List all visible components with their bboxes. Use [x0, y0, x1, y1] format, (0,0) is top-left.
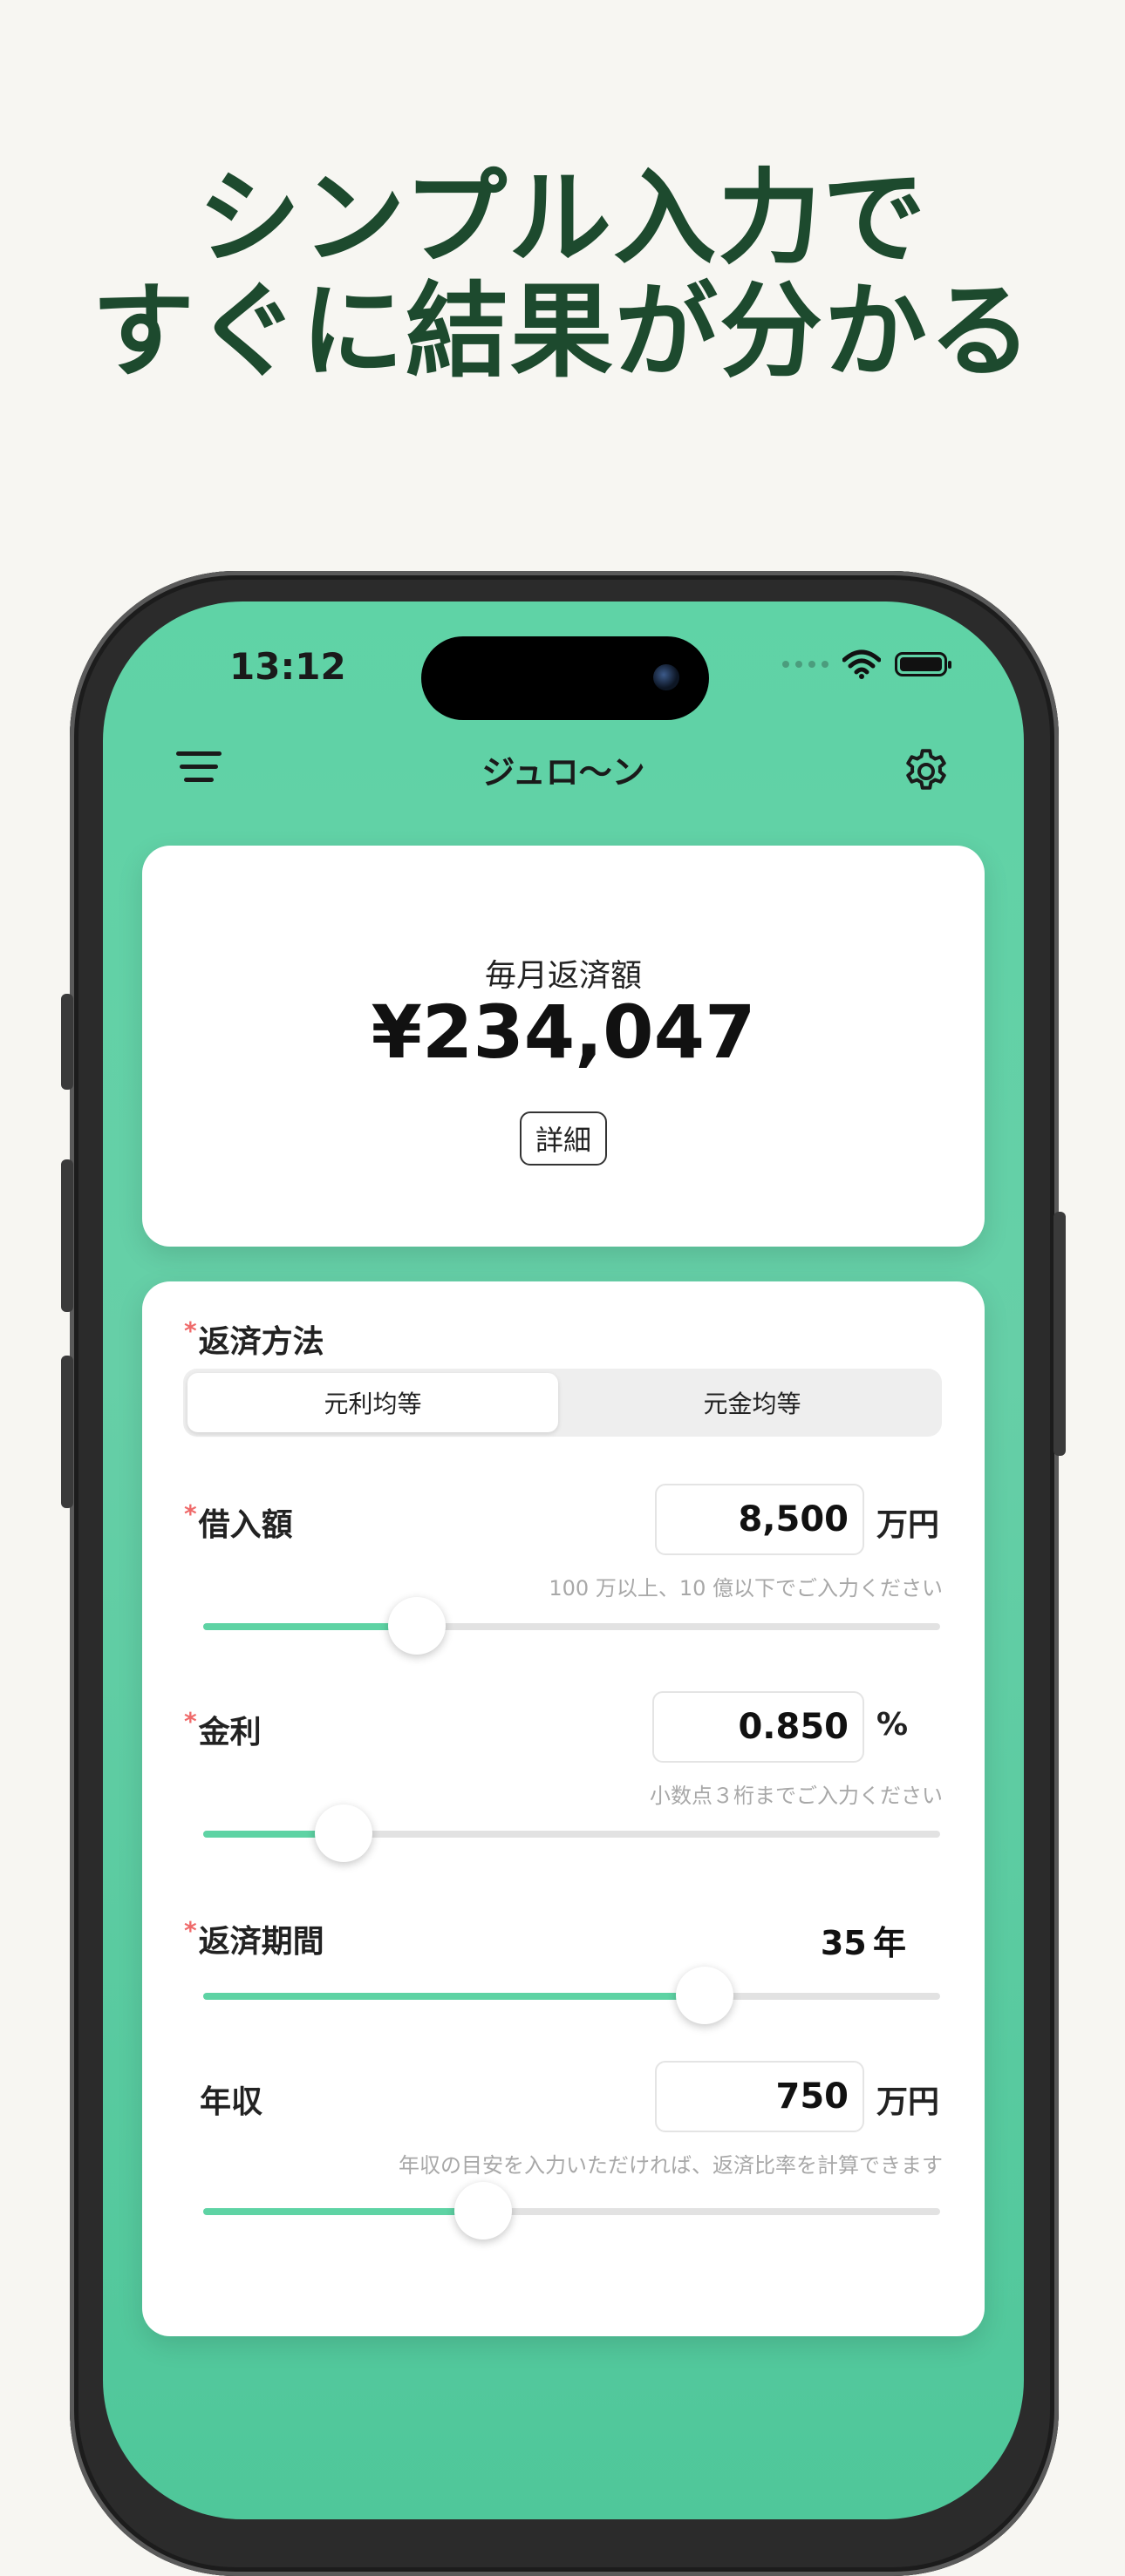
slider-thumb[interactable]	[675, 1967, 733, 2024]
signal-dots-icon	[782, 661, 828, 668]
headline-line-2: すぐに結果が分かる	[91, 271, 1033, 391]
annual-income-input[interactable]: 750	[655, 2061, 864, 2132]
slider-fill	[203, 1623, 418, 1630]
monthly-payment-amount: ¥234,047	[371, 989, 756, 1075]
required-mark: *	[184, 1499, 197, 1528]
slider-thumb[interactable]	[314, 1805, 372, 1862]
repayment-period-value: 35 年	[820, 1924, 906, 1962]
loan-amount-label: *借入額	[184, 1499, 293, 1543]
interest-rate-hint: 小数点３桁までご入力ください	[650, 1784, 943, 1808]
slider-thumb[interactable]	[454, 2182, 513, 2240]
monthly-payment-card: 毎月返済額 ¥234,047 詳細	[142, 846, 985, 1247]
wifi-icon	[842, 649, 881, 679]
slider-fill	[203, 1993, 705, 2000]
slider-thumb[interactable]	[388, 1597, 447, 1655]
app-title: ジュロ〜ン	[481, 753, 645, 792]
repayment-period-slider[interactable]	[203, 1967, 940, 2024]
promo-headline: シンプル入力で すぐに結果が分かる	[0, 161, 1125, 388]
repayment-method-label: *返済方法	[184, 1316, 324, 1360]
repayment-method-segmented-control: 元利均等 元金均等	[183, 1369, 942, 1437]
camera-icon	[653, 664, 679, 690]
status-time: 13:12	[229, 645, 346, 688]
phone-volume-down	[61, 1356, 73, 1508]
slider-fill	[203, 2208, 484, 2215]
status-indicators	[782, 649, 951, 679]
annual-income-label: 年収	[200, 2084, 263, 2120]
loan-amount-input[interactable]: 8,500	[655, 1484, 864, 1555]
battery-icon	[895, 652, 951, 676]
interest-rate-input[interactable]: 0.850	[652, 1691, 864, 1763]
repayment-period-label: *返済期間	[184, 1916, 324, 1960]
phone-screen: 13:12 ジュロ〜ン 毎月返済額 ¥234,047 詳細 *返済方法 元利均等	[103, 602, 1024, 2519]
phone-power-button	[1053, 1212, 1066, 1456]
required-mark: *	[184, 1916, 197, 1945]
annual-income-hint: 年収の目安を入力いただければ、返済比率を計算できます	[399, 2153, 943, 2178]
loan-amount-hint: 100 万以上、10 億以下でご入力ください	[549, 1576, 943, 1601]
annual-income-unit: 万円	[876, 2084, 940, 2120]
segment-equal-principal[interactable]: 元金均等	[567, 1373, 938, 1432]
required-mark: *	[184, 1707, 197, 1736]
interest-rate-slider[interactable]	[203, 1805, 940, 1862]
interest-rate-label: *金利	[184, 1707, 262, 1750]
headline-line-1: シンプル入力で	[197, 158, 928, 278]
segment-equal-payment[interactable]: 元利均等	[188, 1373, 558, 1432]
interest-rate-unit: %	[876, 1707, 909, 1743]
gear-icon[interactable]	[900, 745, 952, 798]
loan-amount-slider[interactable]	[203, 1597, 940, 1655]
phone-volume-up	[61, 1159, 73, 1312]
detail-button[interactable]: 詳細	[520, 1111, 607, 1166]
phone-silent-switch	[61, 994, 73, 1090]
annual-income-slider[interactable]	[203, 2182, 940, 2240]
required-mark: *	[184, 1316, 197, 1345]
loan-amount-unit: 万円	[876, 1507, 940, 1543]
loan-form-card: *返済方法 元利均等 元金均等 *借入額 8,500 万円 100 万以上、10…	[142, 1281, 985, 2336]
dynamic-island	[421, 636, 709, 720]
